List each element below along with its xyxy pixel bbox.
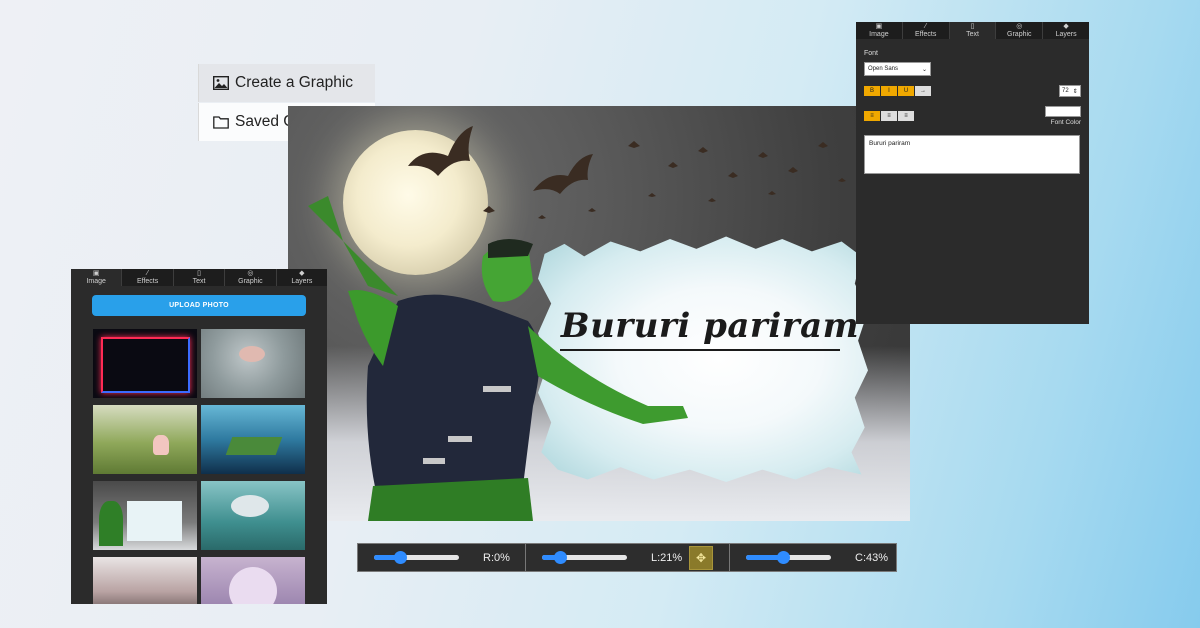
font-label: Font <box>864 50 879 57</box>
image-thumbnail[interactable] <box>201 329 305 398</box>
image-panel: ▣ Image ⁄ Effects ▯ Text ◎ Graphic ◆ Layers U… <box>71 269 327 604</box>
tab-label: Effects <box>136 278 159 285</box>
image-thumbnail[interactable] <box>201 481 305 550</box>
arrow-right-button[interactable]: → <box>915 86 931 96</box>
document-icon: ▯ <box>970 23 975 30</box>
tab-image[interactable]: ▣ Image <box>856 22 903 39</box>
image-thumbnail[interactable] <box>93 481 197 550</box>
tab-label: Graphic <box>1007 31 1032 38</box>
graphic-icon: ◎ <box>247 270 254 277</box>
tab-text[interactable]: ▯ Text <box>949 22 997 39</box>
l-slider-value: L:21% <box>651 551 683 564</box>
tab-label: Layers <box>291 278 313 285</box>
align-buttons: ≡ ≡ ≡ <box>864 111 914 121</box>
slider-segment-c: C:43% <box>729 544 897 571</box>
tab-graphic[interactable]: ◎ Graphic <box>225 269 277 286</box>
move-button[interactable]: ✥ <box>689 545 713 570</box>
align-center-button[interactable]: ≡ <box>881 111 897 121</box>
format-buttons: B I U → <box>864 86 931 96</box>
document-icon: ▯ <box>197 270 201 277</box>
tab-text[interactable]: ▯ Text <box>174 269 226 286</box>
c-slider-handle[interactable] <box>776 551 790 564</box>
image-thumbnail[interactable] <box>201 405 305 474</box>
r-slider-handle[interactable] <box>393 551 407 564</box>
bold-button[interactable]: B <box>864 86 880 96</box>
wand-icon: ⁄ <box>147 270 149 277</box>
wand-icon: ⁄ <box>925 23 927 30</box>
slider-segment-r: R:0% <box>358 544 525 571</box>
upload-photo-button[interactable]: UPLOAD PHOTO <box>92 295 306 316</box>
image-icon <box>213 76 229 90</box>
image-thumbnail[interactable] <box>93 329 197 398</box>
image-thumbnail-grid <box>93 329 327 604</box>
image-thumbnail[interactable] <box>93 405 197 474</box>
tab-label: Image <box>86 278 106 285</box>
r-slider-value: R:0% <box>483 551 510 564</box>
r-slider-track[interactable] <box>374 551 459 564</box>
left-panel-tabs: ▣ Image ⁄ Effects ▯ Text ◎ Graphic ◆ Layers <box>71 269 327 286</box>
tab-label: Layers <box>1055 31 1077 38</box>
chevron-down-icon: ⌄ <box>921 66 927 73</box>
font-color-swatch[interactable] <box>1045 106 1081 117</box>
tab-label: Graphic <box>238 278 263 285</box>
tab-label: Text <box>192 278 206 285</box>
tab-effects[interactable]: ⁄ Effects <box>903 22 950 39</box>
text-content-input[interactable]: Bururi pariram <box>864 135 1080 174</box>
align-right-button[interactable]: ≡ <box>898 111 914 121</box>
tab-label: Image <box>869 31 889 38</box>
underline-button[interactable]: U <box>898 86 914 96</box>
move-icon: ✥ <box>695 550 707 565</box>
layers-icon: ◆ <box>299 270 305 277</box>
l-slider-handle[interactable] <box>553 551 567 564</box>
align-left-button[interactable]: ≡ <box>864 111 880 121</box>
graphic-canvas[interactable]: Bururi pariram <box>288 106 910 521</box>
tab-image[interactable]: ▣ Image <box>71 269 123 286</box>
c-slider-value: C:43% <box>855 551 889 564</box>
tab-label: Text <box>966 31 979 38</box>
font-size-value: 72 <box>1062 88 1069 94</box>
tab-label: Effects <box>915 31 937 38</box>
tab-layers[interactable]: ◆ Layers <box>1043 22 1089 39</box>
graphic-icon: ◎ <box>1016 23 1023 30</box>
font-select-value: Open Sans <box>868 66 899 72</box>
c-slider-track[interactable] <box>746 551 831 564</box>
image-icon: ▣ <box>92 270 100 277</box>
font-color-label: Font Color <box>1050 119 1081 126</box>
font-select[interactable]: Open Sans ⌄ <box>864 62 931 76</box>
image-thumbnail[interactable] <box>93 557 197 604</box>
headline-underline <box>560 349 840 351</box>
tab-graphic[interactable]: ◎ Graphic <box>996 22 1044 39</box>
tab-layers[interactable]: ◆ Layers <box>277 269 327 286</box>
font-color-control: Font Color <box>1045 106 1081 126</box>
font-size-input[interactable]: 72 ⇕ <box>1059 85 1081 97</box>
right-panel-tabs: ▣ Image ⁄ Effects ▯ Text ◎ Graphic ◆ Layers <box>856 22 1089 39</box>
position-slider-bar: R:0% L:21% ✥ C:43% <box>357 543 897 572</box>
format-row: B I U → 72 ⇕ <box>864 85 1081 97</box>
image-icon: ▣ <box>875 23 883 30</box>
create-graphic-label: Create a Graphic <box>235 74 354 91</box>
text-panel: ▣ Image ⁄ Effects ▯ Text ◎ Graphic ◆ Layers F… <box>856 22 1089 324</box>
folder-icon <box>213 116 229 129</box>
create-graphic-menu-item[interactable]: Create a Graphic <box>198 64 375 102</box>
graphic-headline-text[interactable]: Bururi pariram <box>560 306 860 346</box>
image-thumbnail[interactable] <box>201 557 305 604</box>
layers-icon: ◆ <box>1063 23 1069 30</box>
align-row: ≡ ≡ ≡ Font Color <box>864 106 1081 126</box>
tab-effects[interactable]: ⁄ Effects <box>122 269 174 286</box>
l-slider-track[interactable] <box>542 551 627 564</box>
slider-segment-l: L:21% ✥ <box>525 544 729 571</box>
italic-button[interactable]: I <box>881 86 897 96</box>
stepper-icon: ⇕ <box>1072 88 1078 95</box>
